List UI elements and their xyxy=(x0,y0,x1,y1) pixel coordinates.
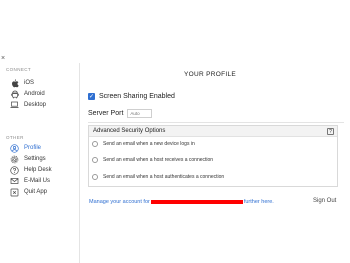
sidebar-item-email-us[interactable]: E-Mail Us xyxy=(10,176,76,186)
screen-sharing-toggle[interactable]: ✓ Screen Sharing Enabled xyxy=(88,93,175,100)
gear-icon xyxy=(10,155,19,164)
manage-account-suffix: further here. xyxy=(243,199,274,205)
sidebar-item-help-desk[interactable]: Help Desk xyxy=(10,165,76,175)
mail-icon xyxy=(10,177,19,186)
sign-out-button[interactable]: Sign Out xyxy=(313,198,336,204)
laptop-icon xyxy=(10,101,19,110)
option-host-authenticates-connection[interactable]: Send an email when a host authenticates … xyxy=(92,174,224,180)
apple-icon xyxy=(10,78,19,88)
page-title: YOUR PROFILE xyxy=(184,71,236,78)
option-label: Send an email when a new device logs in xyxy=(103,141,195,147)
sidebar-item-profile[interactable]: Profile xyxy=(10,143,76,153)
close-icon[interactable]: × xyxy=(1,55,5,62)
advanced-security-header: Advanced Security Options ? xyxy=(89,126,337,137)
section-label-other: OTHER xyxy=(6,135,24,140)
option-label: Send an email when a host receives a con… xyxy=(103,157,214,163)
help-icon[interactable]: ? xyxy=(327,127,334,135)
sidebar-item-settings[interactable]: Settings xyxy=(10,154,76,164)
question-icon xyxy=(10,165,19,175)
sidebar-item-label: Help Desk xyxy=(24,167,52,173)
sidebar: CONNECT iOS Android Desktop OTHER Profil… xyxy=(0,63,80,263)
advanced-security-title: Advanced Security Options xyxy=(93,128,166,134)
sidebar-item-label: Desktop xyxy=(24,102,47,108)
checkbox-checked-icon[interactable]: ✓ xyxy=(88,93,95,100)
sidebar-item-quit-app[interactable]: Quit App xyxy=(10,187,76,197)
sidebar-item-desktop[interactable]: Desktop xyxy=(10,100,76,110)
android-icon xyxy=(10,90,19,99)
sidebar-item-android[interactable]: Android xyxy=(10,89,76,99)
power-icon xyxy=(10,188,19,197)
advanced-security-panel: Advanced Security Options ? Send an emai… xyxy=(88,125,338,187)
user-icon xyxy=(10,143,19,153)
server-port-label: Server Port xyxy=(88,110,124,117)
sidebar-item-label: Profile xyxy=(24,145,42,151)
radio-icon[interactable] xyxy=(92,174,98,180)
manage-account-link[interactable]: Manage your account for further here. xyxy=(89,199,274,205)
radio-icon[interactable] xyxy=(92,157,98,163)
sidebar-item-label: Settings xyxy=(24,156,46,162)
divider xyxy=(88,122,344,123)
server-port-row: Server Port xyxy=(88,109,153,118)
manage-account-prefix: Manage your account for xyxy=(89,199,150,205)
sidebar-item-ios[interactable]: iOS xyxy=(10,78,76,88)
server-port-input[interactable] xyxy=(127,109,153,118)
sidebar-item-label: Android xyxy=(24,91,45,97)
sidebar-item-label: E-Mail Us xyxy=(24,178,51,184)
option-host-receives-connection[interactable]: Send an email when a host receives a con… xyxy=(92,157,213,163)
option-new-device-login[interactable]: Send an email when a new device logs in xyxy=(92,141,195,147)
redaction-bar xyxy=(150,200,243,204)
sidebar-item-label: iOS xyxy=(24,80,35,86)
sidebar-item-label: Quit App xyxy=(24,189,48,195)
option-label: Send an email when a host authenticates … xyxy=(103,174,225,180)
radio-icon[interactable] xyxy=(92,141,98,147)
section-label-connect: CONNECT xyxy=(6,67,32,72)
screen-sharing-label: Screen Sharing Enabled xyxy=(99,93,175,100)
